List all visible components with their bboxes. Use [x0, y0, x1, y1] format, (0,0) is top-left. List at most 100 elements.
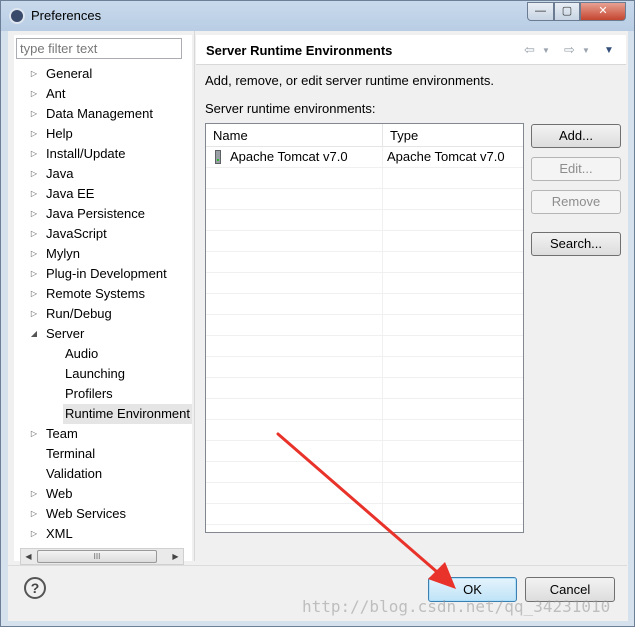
tree-item[interactable]: ▷ Web Services — [14, 504, 192, 524]
tree-expand-icon[interactable]: ▷ — [28, 244, 40, 264]
empty-cell — [206, 189, 383, 209]
empty-table-row[interactable] — [206, 315, 523, 336]
tree-item[interactable]: Launching — [14, 364, 192, 384]
filter-input[interactable] — [16, 38, 182, 59]
scroll-right-arrow-icon[interactable]: ▶ — [168, 549, 183, 564]
remove-button[interactable]: Remove — [531, 190, 621, 214]
maximize-button[interactable]: ▢ — [554, 2, 580, 21]
empty-cell — [206, 231, 383, 251]
forward-dropdown-icon[interactable]: ▼ — [582, 46, 590, 55]
tree-item[interactable]: Runtime Environment — [14, 404, 192, 424]
empty-table-row[interactable] — [206, 294, 523, 315]
tree-item-label: Plug-in Development — [46, 266, 167, 281]
empty-table-row[interactable] — [206, 210, 523, 231]
tree-item-label: Profilers — [65, 386, 113, 401]
forward-arrow-icon[interactable]: ⇨ — [564, 42, 575, 58]
table-header: Name Type — [206, 124, 523, 147]
add-button[interactable]: Add... — [531, 124, 621, 148]
cell-name: Apache Tomcat v7.0 — [206, 147, 383, 167]
tree-item[interactable]: ▷ JavaScript — [14, 224, 192, 244]
tree-expand-icon[interactable]: ▷ — [28, 304, 40, 324]
tree-item[interactable]: Audio — [14, 344, 192, 364]
tree-item[interactable]: ▷ General — [14, 64, 192, 84]
view-menu-icon[interactable]: ▼ — [604, 45, 614, 56]
empty-cell — [383, 483, 523, 503]
close-button[interactable]: ✕ — [580, 2, 626, 21]
scroll-left-arrow-icon[interactable]: ◀ — [21, 549, 36, 564]
tree-expand-icon[interactable]: ▷ — [28, 204, 40, 224]
empty-table-row[interactable] — [206, 231, 523, 252]
tree-item[interactable]: ▷ Data Management — [14, 104, 192, 124]
empty-cell — [206, 168, 383, 188]
empty-cell — [383, 378, 523, 398]
back-dropdown-icon[interactable]: ▼ — [542, 46, 550, 55]
tree-collapse-icon[interactable]: ◢ — [28, 324, 40, 344]
tree-item[interactable]: Terminal — [14, 444, 192, 464]
tree-item[interactable]: ▷ Team — [14, 424, 192, 444]
tree-item-label: Web — [46, 486, 73, 501]
back-arrow-icon[interactable]: ⇦ — [524, 42, 535, 58]
tree-horizontal-scrollbar[interactable]: ◀ III ▶ — [20, 548, 184, 565]
tree-expand-icon[interactable]: ▷ — [28, 144, 40, 164]
empty-cell — [383, 294, 523, 314]
tree-expand-icon[interactable]: ▷ — [28, 424, 40, 444]
tree-item[interactable]: ▷ Plug-in Development — [14, 264, 192, 284]
column-header-name[interactable]: Name — [206, 124, 383, 147]
tree-expand-icon[interactable]: ▷ — [28, 124, 40, 144]
empty-table-row[interactable] — [206, 336, 523, 357]
empty-table-row[interactable] — [206, 441, 523, 462]
empty-table-row[interactable] — [206, 378, 523, 399]
tree-item[interactable]: ▷ XML — [14, 524, 192, 544]
tree-item[interactable]: Validation — [14, 464, 192, 484]
minimize-button[interactable]: — — [527, 2, 554, 21]
empty-table-row[interactable] — [206, 483, 523, 504]
empty-table-row[interactable] — [206, 462, 523, 483]
tree-item-label: Runtime Environment — [63, 404, 192, 424]
empty-table-row[interactable] — [206, 168, 523, 189]
empty-table-row[interactable] — [206, 357, 523, 378]
tree-item-label: Web Services — [46, 506, 126, 521]
tree-expand-icon[interactable]: ▷ — [28, 64, 40, 84]
tree-expand-icon[interactable]: ▷ — [28, 484, 40, 504]
tree-expand-icon[interactable]: ▷ — [28, 224, 40, 244]
tree-expand-icon[interactable]: ▷ — [28, 264, 40, 284]
empty-cell — [383, 504, 523, 524]
tree-expand-icon[interactable]: ▷ — [28, 504, 40, 524]
empty-table-row[interactable] — [206, 252, 523, 273]
edit-button[interactable]: Edit... — [531, 157, 621, 181]
empty-table-row[interactable] — [206, 420, 523, 441]
tree-item[interactable]: ▷ Java EE — [14, 184, 192, 204]
tree-item[interactable]: ▷ Remote Systems — [14, 284, 192, 304]
empty-table-row[interactable] — [206, 189, 523, 210]
empty-cell — [383, 399, 523, 419]
tree-expand-icon[interactable]: ▷ — [28, 104, 40, 124]
empty-table-row[interactable] — [206, 504, 523, 525]
tree-expand-icon[interactable]: ▷ — [28, 184, 40, 204]
tree-item[interactable]: ▷ Java Persistence — [14, 204, 192, 224]
tree-item[interactable]: ▷ Ant — [14, 84, 192, 104]
tree-expand-icon[interactable]: ▷ — [28, 284, 40, 304]
tree-expand-icon[interactable]: ▷ — [28, 524, 40, 544]
table-row[interactable]: Apache Tomcat v7.0 Apache Tomcat v7.0 — [206, 147, 523, 168]
empty-table-row[interactable] — [206, 273, 523, 294]
pane-divider[interactable] — [194, 31, 195, 561]
tree-expand-icon[interactable]: ▷ — [28, 84, 40, 104]
runtime-table[interactable]: Name Type Apache Tomcat v7.0 Apache Tomca… — [205, 123, 524, 533]
tree-item[interactable]: Profilers — [14, 384, 192, 404]
help-icon[interactable]: ? — [24, 577, 46, 599]
empty-table-row[interactable] — [206, 399, 523, 420]
tree-item[interactable]: ▷ Help — [14, 124, 192, 144]
tree-item[interactable]: ▷ Java — [14, 164, 192, 184]
tree-item[interactable]: ▷ Run/Debug — [14, 304, 192, 324]
tree-item[interactable]: ▷ Mylyn — [14, 244, 192, 264]
tree-item[interactable]: ▷ Install/Update — [14, 144, 192, 164]
tree-item[interactable]: ◢ Server — [14, 324, 192, 344]
search-button[interactable]: Search... — [531, 232, 621, 256]
tree-item-label: JavaScript — [46, 226, 107, 241]
column-header-type[interactable]: Type — [383, 124, 523, 147]
empty-cell — [206, 315, 383, 335]
tree-item[interactable]: ▷ Web — [14, 484, 192, 504]
tree-expand-icon[interactable]: ▷ — [28, 164, 40, 184]
scrollbar-thumb[interactable]: III — [37, 550, 157, 563]
title-bar: Preferences — ▢ ✕ — [1, 1, 634, 31]
